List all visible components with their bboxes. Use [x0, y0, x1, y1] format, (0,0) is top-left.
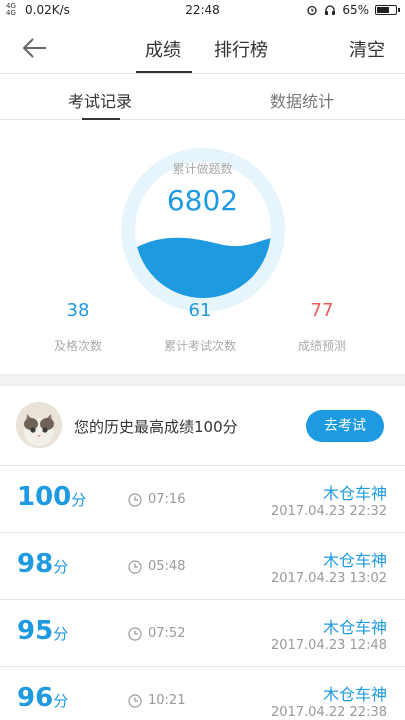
- stat-label: 累计考试次数: [163, 339, 236, 353]
- stat-score-prediction: 77 成绩预测: [262, 300, 382, 354]
- exam-record-row[interactable]: 98分 05:48 木仓车神 2017.04.23 13:02: [0, 533, 405, 600]
- score-value: 98: [17, 549, 54, 579]
- stat-exam-count: 61 累计考试次数: [140, 300, 260, 354]
- record-score: 100分: [17, 482, 86, 512]
- exam-record-row[interactable]: 100分 07:16 木仓车神 2017.04.23 22:32: [0, 466, 405, 533]
- back-arrow-icon[interactable]: [20, 34, 50, 62]
- best-score-text: 您的历史最高成绩100分: [74, 418, 238, 436]
- exam-record-row[interactable]: 96分 10:21 木仓车神 2017.04.22 22:38: [0, 667, 405, 720]
- record-date: 2017.04.23 22:32: [270, 504, 387, 519]
- record-user-name: 木仓车神: [322, 484, 387, 503]
- record-user-name: 木仓车神: [322, 685, 387, 704]
- cat-avatar-icon: [16, 402, 62, 448]
- section-divider: [0, 374, 405, 386]
- alarm-icon: [307, 5, 317, 16]
- clock-icon: [128, 559, 142, 574]
- subtab-exam-record[interactable]: 考试记录: [68, 88, 132, 112]
- duration-text: 05:48: [148, 559, 186, 574]
- battery-percent: 65%: [342, 3, 369, 17]
- headphones-icon: [325, 5, 336, 15]
- clear-button[interactable]: 清空: [349, 36, 385, 62]
- duration-text: 10:21: [148, 693, 186, 708]
- take-exam-button[interactable]: 去考试: [306, 410, 384, 442]
- best-score-row: 您的历史最高成绩100分 去考试: [0, 386, 405, 466]
- clock-icon: [128, 492, 142, 507]
- score-value: 100: [17, 482, 72, 512]
- duration-text: 07:52: [148, 626, 186, 641]
- stat-label: 成绩预测: [297, 339, 346, 353]
- stat-value: 61: [188, 300, 212, 321]
- score-value: 96: [17, 683, 54, 713]
- stat-value: 77: [310, 300, 334, 321]
- gauge-wave: [135, 237, 271, 298]
- exam-record-row[interactable]: 95分 07:52 木仓车神 2017.04.23 12:48: [0, 600, 405, 667]
- record-score: 98分: [17, 549, 68, 579]
- gauge-inner: [135, 162, 271, 298]
- record-date: 2017.04.22 22:38: [270, 705, 387, 720]
- record-date: 2017.04.23 13:02: [270, 571, 387, 586]
- stat-label: 及格次数: [53, 339, 102, 353]
- status-bar: 4G 4G 0.02K/s 22:48 65%: [0, 0, 405, 22]
- record-duration: 07:52: [128, 626, 185, 641]
- subtab-statistics[interactable]: 数据统计: [270, 88, 334, 112]
- score-value: 95: [17, 616, 54, 646]
- gauge-value: 6802: [166, 184, 239, 217]
- score-unit: 分: [71, 491, 87, 509]
- stat-pass-count: 38 及格次数: [18, 300, 138, 354]
- clock-icon: [128, 693, 142, 708]
- score-unit: 分: [53, 558, 69, 576]
- stat-value: 38: [66, 300, 90, 321]
- active-tab-indicator: [136, 71, 192, 73]
- record-duration: 05:48: [128, 559, 185, 574]
- record-score: 96分: [17, 683, 68, 713]
- tab-score[interactable]: 成绩: [145, 36, 181, 62]
- top-nav: 成绩 排行榜 清空: [0, 22, 405, 74]
- tab-ranking[interactable]: 排行榜: [214, 36, 268, 62]
- avatar: [16, 402, 62, 448]
- sub-tabs: 考试记录 数据统计: [0, 74, 405, 120]
- gauge-label: 累计做题数: [172, 162, 233, 176]
- record-duration: 07:16: [128, 492, 185, 507]
- duration-text: 07:16: [148, 492, 186, 507]
- clock-icon: [128, 626, 142, 641]
- record-user-name: 木仓车神: [322, 618, 387, 637]
- record-score: 95分: [17, 616, 68, 646]
- score-unit: 分: [53, 692, 69, 710]
- status-right: 65%: [306, 3, 400, 17]
- record-duration: 10:21: [128, 693, 185, 708]
- score-unit: 分: [53, 625, 69, 643]
- active-subtab-indicator: [82, 118, 120, 120]
- record-user-name: 木仓车神: [322, 551, 387, 570]
- record-date: 2017.04.23 12:48: [270, 638, 387, 653]
- battery-icon: [375, 5, 400, 15]
